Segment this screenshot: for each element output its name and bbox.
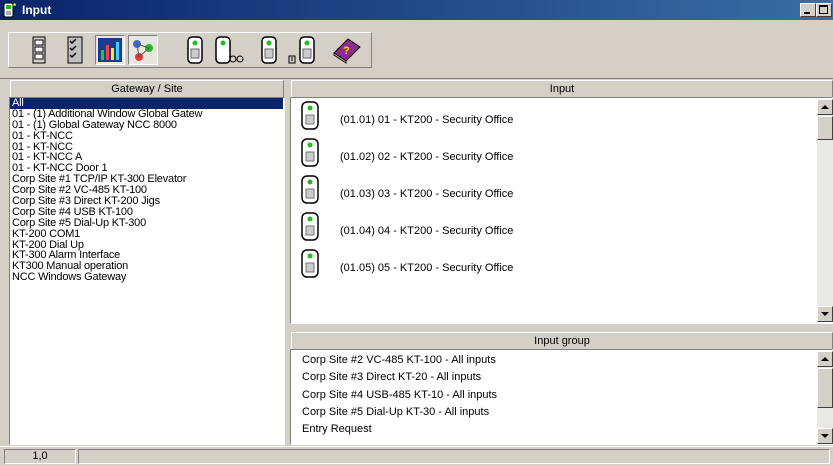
scroll-up-icon	[821, 105, 829, 109]
cabinet-icon	[32, 36, 46, 64]
scroll-down-icon	[821, 312, 829, 316]
sites-header[interactable]: Gateway / Site	[10, 80, 284, 98]
input-label: (01.04) 04 - KT200 - Security Office	[340, 225, 514, 237]
window-title: Input	[22, 3, 52, 17]
toolbar-button-checklist[interactable]	[60, 35, 90, 65]
input-device-icon	[300, 101, 320, 134]
status-bar: 1,0	[0, 446, 833, 465]
toolbar-button-input-device[interactable]	[180, 35, 210, 65]
site-list-item[interactable]: KT-200 COM1	[10, 228, 283, 240]
site-list-item[interactable]: 01 - KT-NCC	[10, 130, 283, 142]
input-group-icon	[288, 36, 315, 64]
scroll-down-button[interactable]	[817, 306, 833, 322]
input-label: (01.05) 05 - KT200 - Security Office	[340, 262, 514, 274]
svg-text:?: ?	[343, 45, 350, 57]
group-scroll-thumb[interactable]	[817, 368, 833, 408]
input-group-item[interactable]: Corp Site #4 USB-485 KT-10 - All inputs	[302, 389, 497, 401]
checklist-icon	[67, 36, 83, 64]
toolbar: ?	[0, 20, 833, 79]
input-group-item[interactable]: Corp Site #2 VC-485 KT-100 - All inputs	[302, 354, 496, 366]
scroll-up-icon	[821, 357, 829, 361]
scroll-down-icon	[821, 434, 829, 438]
maximize-button[interactable]	[816, 3, 832, 17]
minimize-icon	[804, 12, 810, 14]
input-panel	[290, 97, 833, 324]
input-device-icon	[300, 175, 320, 208]
chart-icon	[98, 38, 122, 62]
input-link-icon	[215, 36, 244, 64]
maximize-icon	[819, 5, 828, 14]
status-message	[78, 449, 830, 464]
input-scrollbar[interactable]	[817, 99, 833, 322]
input-device-icon	[300, 212, 320, 245]
toolbar-button-input[interactable]	[254, 35, 284, 65]
horizontal-splitter[interactable]	[290, 325, 833, 331]
input-label: (01.02) 02 - KT200 - Security Office	[340, 151, 514, 163]
toolbar-button-chart[interactable]	[95, 35, 125, 65]
group-scroll-down-button[interactable]	[817, 428, 833, 444]
toolbar-button-input-group[interactable]	[286, 35, 316, 65]
input-device-icon	[187, 36, 203, 64]
sites-list: All 01 - (1) Additional Window Global Gat…	[10, 98, 283, 444]
network-nodes-icon	[133, 40, 153, 61]
input-device-icon	[300, 138, 320, 171]
scroll-up-button[interactable]	[817, 99, 833, 115]
toolbar-button-help[interactable]: ?	[330, 35, 361, 65]
scroll-thumb[interactable]	[817, 116, 833, 140]
app-icon: *	[3, 2, 17, 18]
input-group-item[interactable]: Entry Request	[302, 423, 372, 435]
toolbar-button-network[interactable]	[128, 35, 158, 65]
help-book-icon: ?	[333, 38, 361, 64]
svg-text:*: *	[13, 2, 17, 11]
input-icon	[261, 36, 277, 64]
input-group-item[interactable]: Corp Site #5 Dial-Up KT-30 - All inputs	[302, 406, 489, 418]
title-bar: * Input	[0, 0, 833, 20]
input-label: (01.01) 01 - KT200 - Security Office	[340, 114, 514, 126]
toolbar-button-cabinet[interactable]	[24, 35, 54, 65]
site-list-item[interactable]: NCC Windows Gateway	[10, 272, 283, 283]
status-position: 1,0	[4, 449, 76, 464]
input-device-icon	[300, 249, 320, 282]
group-scrollbar[interactable]	[817, 351, 833, 444]
input-header[interactable]: Input	[291, 80, 833, 98]
toolbar-button-input-link[interactable]	[212, 35, 244, 65]
group-scroll-up-button[interactable]	[817, 351, 833, 367]
minimize-button[interactable]	[800, 3, 816, 17]
input-group-item[interactable]: Corp Site #3 Direct KT-20 - All inputs	[302, 371, 481, 383]
input-group-header[interactable]: Input group	[291, 332, 833, 350]
input-label: (01.03) 03 - KT200 - Security Office	[340, 188, 514, 200]
